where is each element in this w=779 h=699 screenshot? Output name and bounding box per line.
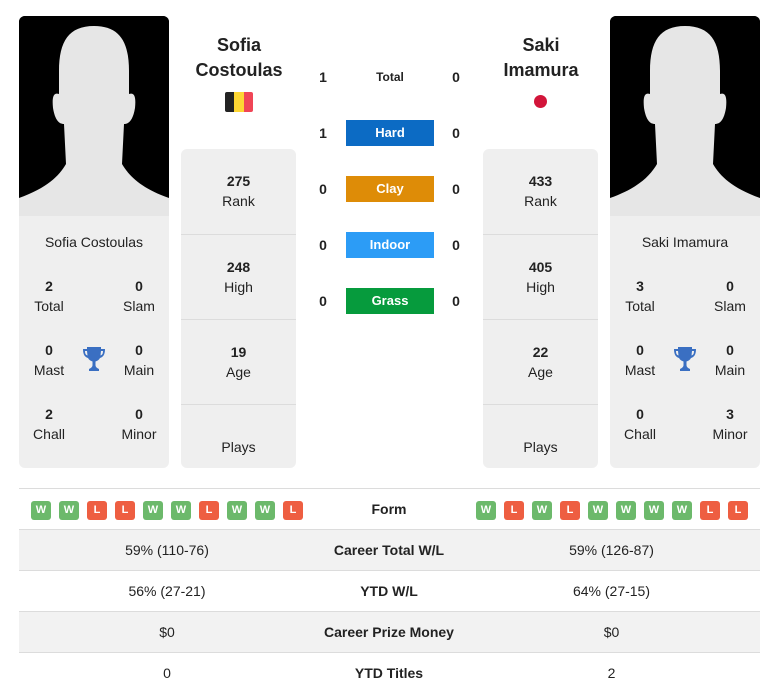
table-row: 56% (27-21) YTD W/L 64% (27-15): [19, 570, 760, 611]
form-win-badge[interactable]: W: [588, 501, 608, 520]
player-right-photo: [610, 16, 760, 216]
surface-grass-button[interactable]: Grass: [346, 288, 434, 314]
silhouette-icon: [610, 16, 760, 216]
form-win-badge[interactable]: W: [59, 501, 79, 520]
form-win-badge[interactable]: W: [532, 501, 552, 520]
titles-mast: 0 Mast: [33, 342, 65, 378]
trophy-icon: [83, 347, 105, 371]
table-row: 59% (110-76) Career Total W/L 59% (126-8…: [19, 529, 760, 570]
surface-hard-button[interactable]: Hard: [346, 120, 434, 146]
stat-age: 19 Age: [181, 319, 296, 404]
form-win-badge[interactable]: W: [644, 501, 664, 520]
form-loss-badge[interactable]: L: [283, 501, 303, 520]
titles-slam: 0 Slam: [714, 278, 746, 314]
japan-flag-icon: [534, 95, 547, 108]
stat-plays: Plays: [483, 404, 598, 468]
player-right-stats: 433 Rank 405 High 22 Age Plays: [483, 149, 598, 468]
stat-high: 405 High: [483, 234, 598, 319]
form-win-badge[interactable]: W: [476, 501, 496, 520]
player-right-form: WLWLWWWWLL: [476, 501, 748, 520]
player-right-titles-card: Saki Imamura 3 Total 0 Slam 0 Mast 0 Main 0C…: [610, 216, 760, 468]
h2h-row-clay: 0 Clay 0: [310, 176, 470, 202]
stat-age: 22 Age: [483, 319, 598, 404]
form-win-badge[interactable]: W: [616, 501, 636, 520]
form-win-badge[interactable]: W: [143, 501, 163, 520]
titles-total: 2 Total: [34, 278, 64, 314]
stat-rank: 275 Rank: [222, 173, 255, 209]
form-win-badge[interactable]: W: [255, 501, 275, 520]
titles-slam: 0 Slam: [123, 278, 155, 314]
comparison-table: WWLLWWLWWL Form WLWLWWWWLL 59% (110-76) …: [19, 488, 760, 693]
titles-main: 0 Main: [714, 342, 746, 378]
h2h-row-grass: 0 Grass 0: [310, 288, 470, 314]
titles-main: 0 Main: [123, 342, 155, 378]
form-row: WWLLWWLWWL Form WLWLWWWWLL: [19, 488, 760, 529]
player-left-name[interactable]: Sofia Costoulas: [174, 33, 304, 83]
form-win-badge[interactable]: W: [171, 501, 191, 520]
table-row: 0 YTD Titles 2: [19, 652, 760, 693]
form-loss-badge[interactable]: L: [560, 501, 580, 520]
h2h-row-indoor: 0 Indoor 0: [310, 232, 470, 258]
form-loss-badge[interactable]: L: [700, 501, 720, 520]
player-left-photo: [19, 16, 169, 216]
form-win-badge[interactable]: W: [31, 501, 51, 520]
silhouette-icon: [19, 16, 169, 216]
form-win-badge[interactable]: W: [672, 501, 692, 520]
form-loss-badge[interactable]: L: [504, 501, 524, 520]
titles-mast: 0 Mast: [624, 342, 656, 378]
h2h-row-total: 1 Total 0: [310, 64, 470, 90]
player-left-form: WWLLWWLWWL: [31, 501, 303, 520]
h2h-row-hard: 1 Hard 0: [310, 120, 470, 146]
form-loss-badge[interactable]: L: [87, 501, 107, 520]
titles-total: 3 Total: [625, 278, 655, 314]
table-row: $0 Career Prize Money $0: [19, 611, 760, 652]
titles-minor: 0 Minor: [121, 406, 157, 442]
stat-rank: 433 Rank: [524, 173, 557, 209]
form-loss-badge[interactable]: L: [199, 501, 219, 520]
trophy-icon: [674, 347, 696, 371]
belgium-flag-icon: [225, 92, 253, 112]
titles-minor: 3 Minor: [712, 406, 748, 442]
surface-indoor-button[interactable]: Indoor: [346, 232, 434, 258]
form-label: Form: [371, 501, 407, 517]
player-right-name[interactable]: Saki Imamura: [476, 33, 606, 83]
form-win-badge[interactable]: W: [227, 501, 247, 520]
surface-total-label: Total: [376, 70, 404, 84]
player-left-stats: 275 Rank 248 High 19 Age Plays: [181, 149, 296, 468]
form-loss-badge[interactable]: L: [728, 501, 748, 520]
titles-chall: 0 Chall: [624, 406, 656, 442]
form-loss-badge[interactable]: L: [115, 501, 135, 520]
surface-clay-button[interactable]: Clay: [346, 176, 434, 202]
titles-chall: 2 Chall: [33, 406, 65, 442]
player-left-titles-card: Sofia Costoulas 2 Total 0 Slam 0 Mast 0 Main…: [19, 216, 169, 468]
stat-plays: Plays: [181, 404, 296, 468]
stat-high: 248 High: [181, 234, 296, 319]
player-left-card-name: Sofia Costoulas: [44, 234, 144, 250]
player-right-card-name: Saki Imamura: [641, 234, 729, 250]
